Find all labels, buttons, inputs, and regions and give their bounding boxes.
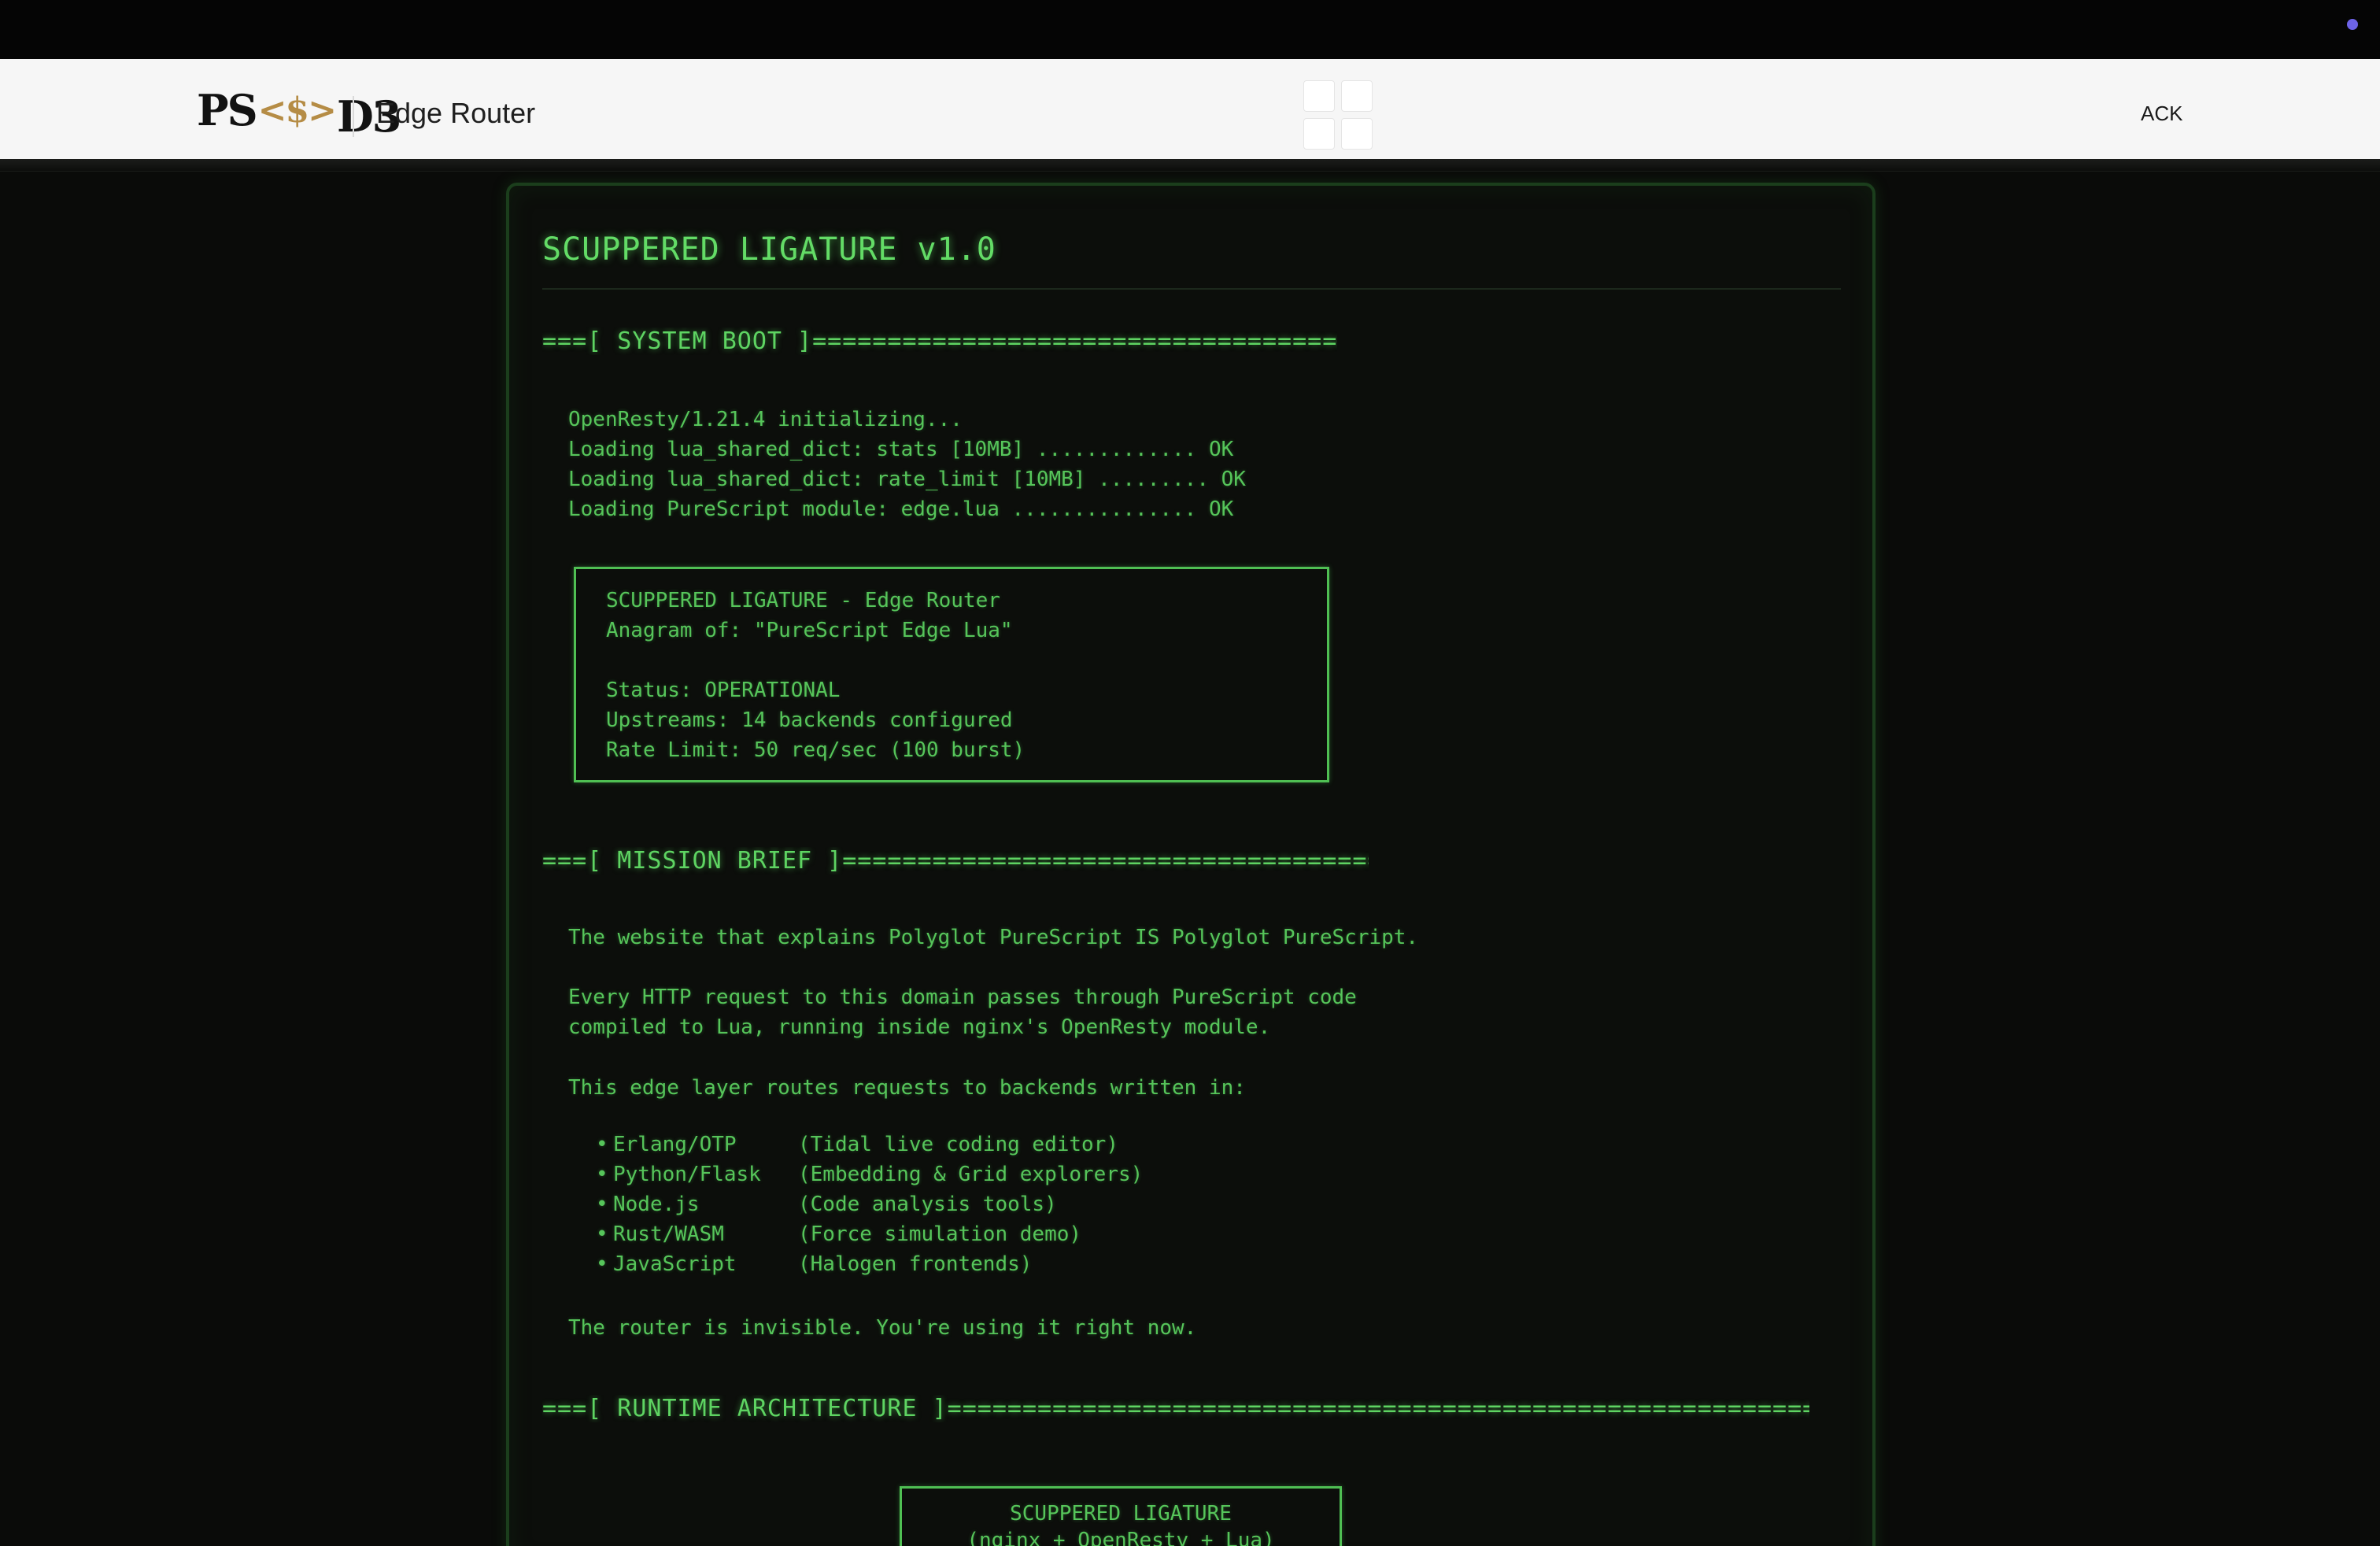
backend-name: Python/Flask: [613, 1163, 761, 1186]
backend-list-item: • Erlang/OTP (Tidal live coding editor): [596, 1133, 1118, 1156]
backend-name: JavaScript: [613, 1252, 737, 1276]
app-grid-menu-icon[interactable]: [1303, 80, 1373, 150]
site-header: PS <$> D3 Edge Router ACK: [0, 59, 2380, 159]
backend-name: Erlang/OTP: [613, 1133, 737, 1156]
header-divider: [353, 96, 354, 137]
page-title: Edge Router: [376, 97, 536, 129]
closing-line: The router is invisible. You're using it…: [568, 1316, 1197, 1340]
grid-cell: [1341, 80, 1373, 112]
title-divider: [542, 288, 1841, 290]
status-dot-icon: [2347, 19, 2358, 30]
mission-line: Every HTTP request to this domain passes…: [568, 986, 1357, 1009]
status-box-line: SCUPPERED LIGATURE - Edge Router: [606, 589, 1000, 612]
logo-amp: <$>: [257, 90, 337, 131]
backend-desc: (Halogen frontends): [798, 1252, 1033, 1276]
backend-desc: (Code analysis tools): [798, 1193, 1057, 1216]
boot-line: Loading PureScript module: edge.lua ....…: [568, 497, 1234, 521]
backend-list-item: • JavaScript (Halogen frontends): [596, 1252, 1033, 1276]
status-box-line: Status: OPERATIONAL: [606, 679, 841, 702]
header-shadow: [0, 159, 2380, 172]
logo-ps: PS: [197, 85, 258, 135]
mission-line: This edge layer routes requests to backe…: [568, 1076, 1246, 1100]
backend-list-item: • Node.js (Code analysis tools): [596, 1193, 1057, 1216]
section-system-boot: ===[ SYSTEM BOOT ]======================…: [542, 327, 1337, 355]
status-box-line: Upstreams: 14 backends configured: [606, 708, 1013, 732]
architecture-box-subtitle: (nginx + OpenResty + Lua): [966, 1529, 1275, 1546]
backend-list-item: • Rust/WASM (Force simulation demo): [596, 1222, 1082, 1246]
section-mission-brief: ===[ MISSION BRIEF ]====================…: [542, 847, 1369, 875]
backend-desc: (Embedding & Grid explorers): [798, 1163, 1144, 1186]
backend-list-item: • Python/Flask (Embedding & Grid explorers…: [596, 1163, 1144, 1186]
section-runtime-architecture: ===[ RUNTIME ARCHITECTURE ]=============…: [542, 1395, 1809, 1422]
mission-line: The website that explains Polyglot PureS…: [568, 926, 1419, 949]
architecture-box-title: SCUPPERED LIGATURE: [1010, 1502, 1232, 1526]
grid-cell: [1303, 80, 1335, 112]
boot-line: Loading lua_shared_dict: rate_limit [10M…: [568, 468, 1246, 491]
mission-line: compiled to Lua, running inside nginx's …: [568, 1015, 1271, 1039]
boot-line: Loading lua_shared_dict: stats [10MB] ..…: [568, 438, 1234, 461]
terminal-title: SCUPPERED LIGATURE v1.0: [542, 231, 996, 268]
psd3-logo[interactable]: PS <$> D3: [197, 83, 401, 142]
boot-line: OpenResty/1.21.4 initializing...: [568, 408, 963, 431]
backend-desc: (Force simulation demo): [798, 1222, 1082, 1246]
top-system-bar: [0, 0, 2380, 59]
terminal-panel: SCUPPERED LIGATURE v1.0 ===[ SYSTEM BOOT…: [506, 183, 1876, 1546]
backend-desc: (Tidal live coding editor): [798, 1133, 1118, 1156]
grid-cell: [1303, 118, 1335, 150]
status-box-line: Rate Limit: 50 req/sec (100 burst): [606, 738, 1026, 762]
status-box-line: Anagram of: "PureScript Edge Lua": [606, 619, 1013, 642]
grid-cell: [1341, 118, 1373, 150]
backend-name: Rust/WASM: [613, 1222, 724, 1246]
ack-link[interactable]: ACK: [2141, 102, 2182, 126]
backend-name: Node.js: [613, 1193, 700, 1216]
